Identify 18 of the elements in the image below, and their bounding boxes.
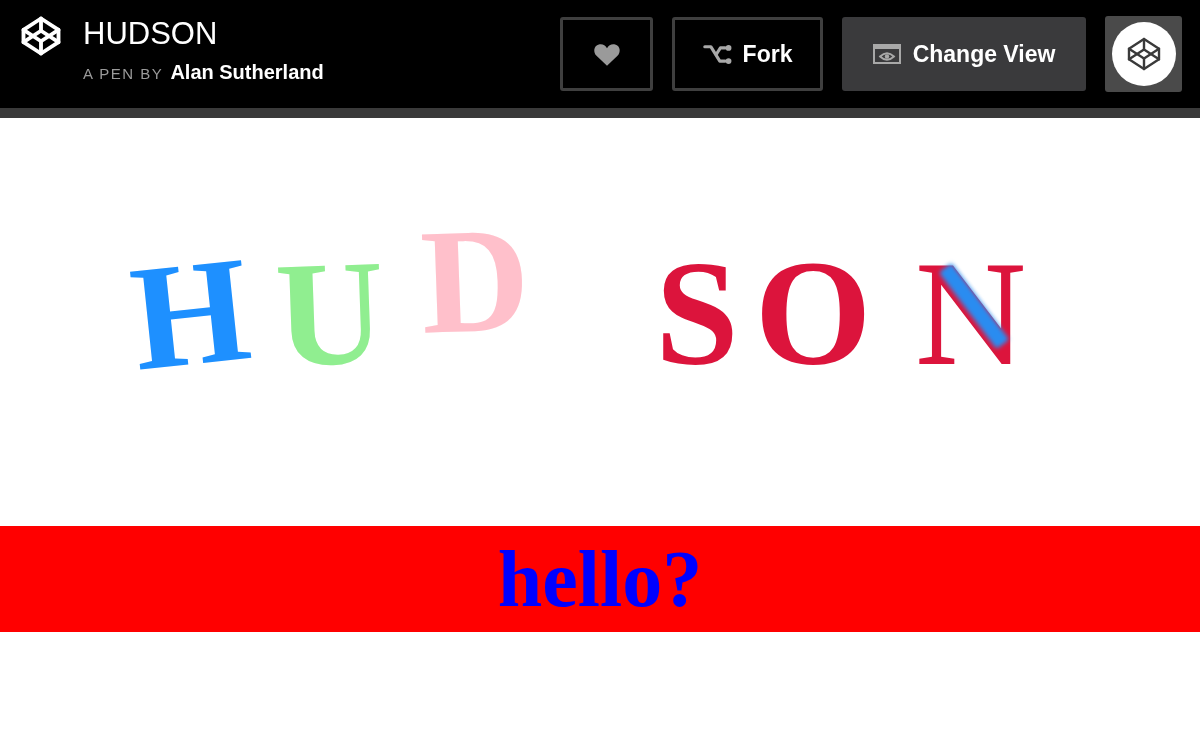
title-letter: S <box>655 238 739 388</box>
heart-icon <box>592 42 621 66</box>
fork-icon <box>702 42 733 66</box>
title-letter: D <box>418 203 532 357</box>
fork-button[interactable]: Fork <box>672 17 823 91</box>
author-link[interactable]: Alan Sutherland <box>170 60 324 84</box>
title-letter: O <box>754 238 872 388</box>
heart-button[interactable] <box>560 17 653 91</box>
byline-label: A PEN BY <box>83 64 164 84</box>
cube-logo-icon <box>1111 22 1176 86</box>
pen-title: HUDSON <box>83 16 219 52</box>
banner-text: hello? <box>497 539 703 619</box>
eye-window-icon <box>872 44 901 64</box>
title-letter: U <box>273 236 387 390</box>
cube-logo-icon[interactable] <box>20 15 62 57</box>
logo-button[interactable] <box>1105 16 1182 92</box>
change-view-button[interactable]: Change View <box>842 17 1086 91</box>
title-letter: H <box>124 232 257 394</box>
